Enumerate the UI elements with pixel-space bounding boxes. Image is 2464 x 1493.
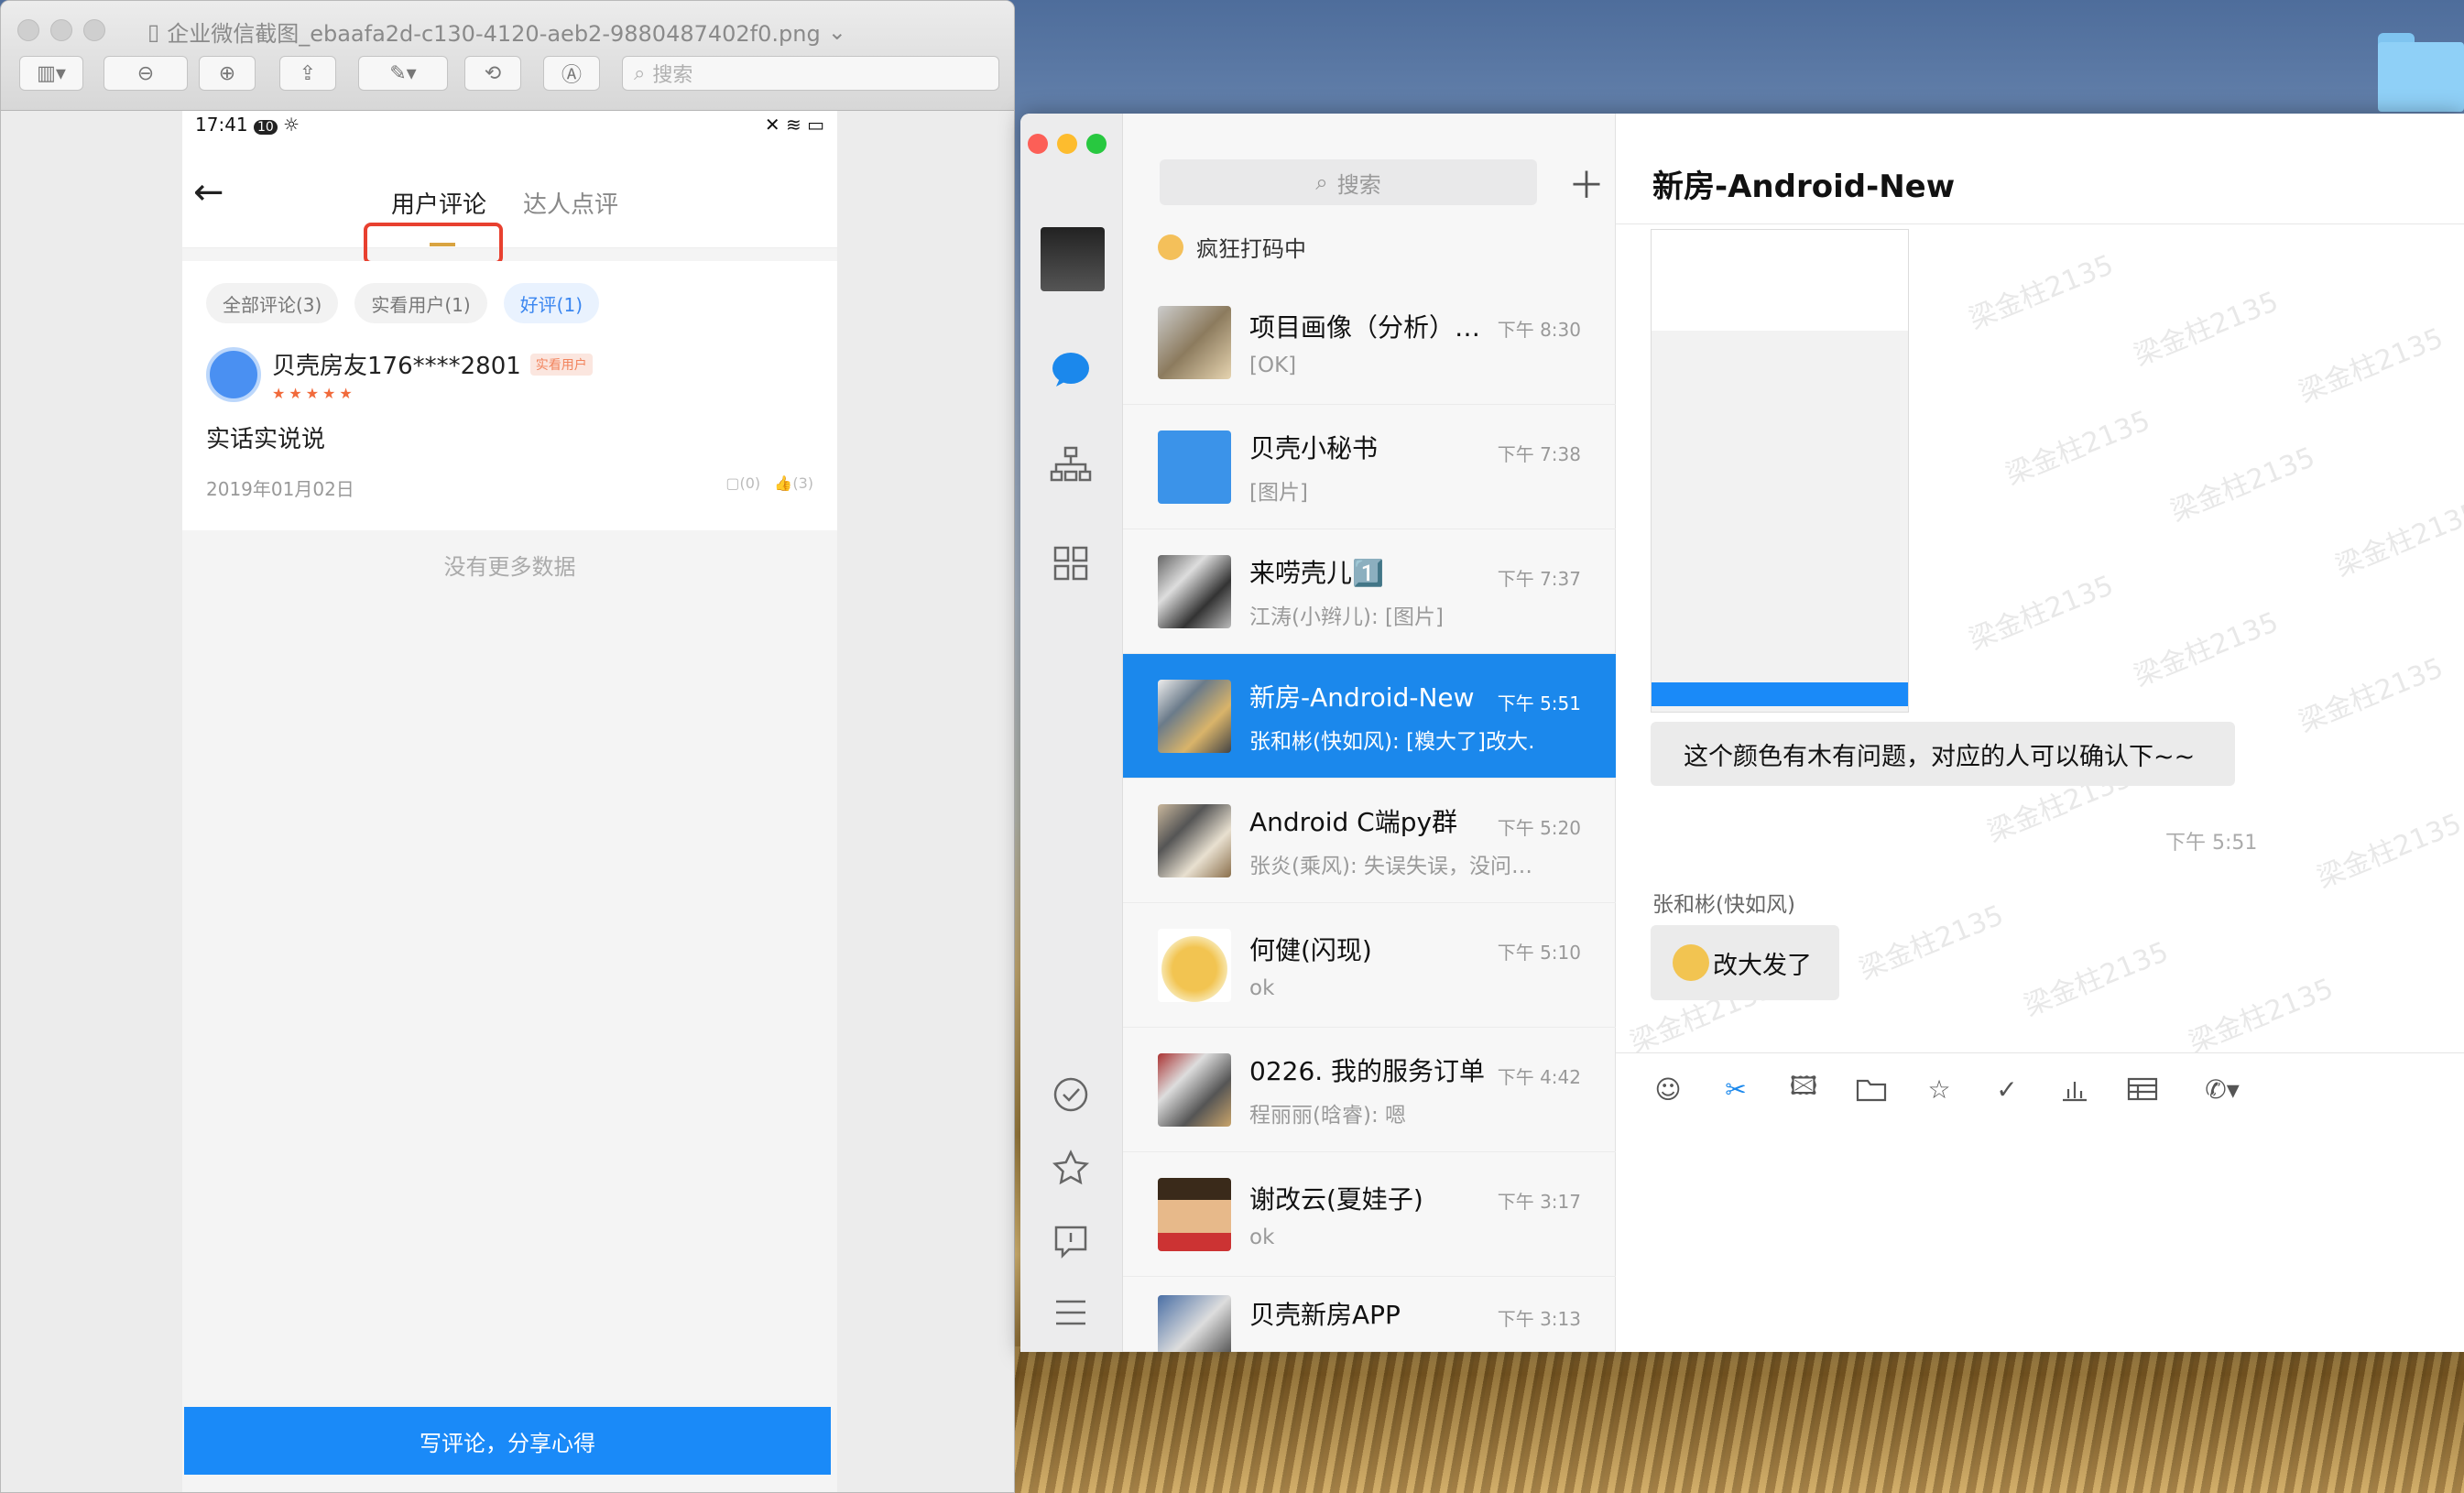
table-icon[interactable] [2127, 1073, 2158, 1105]
list-item[interactable]: 贝壳小秘书 [图片] 下午 7:38 [1123, 405, 1616, 529]
document-icon: ▯ [147, 18, 160, 45]
close-button[interactable] [1028, 134, 1048, 154]
group-avatar [1158, 679, 1231, 753]
avatar [1158, 928, 1231, 1002]
add-button[interactable]: ＋ [1568, 156, 1605, 209]
no-more-data: 没有更多数据 [443, 554, 576, 580]
list-item[interactable]: 来唠壳儿1️⃣ 江涛(小辫儿): [图片] 下午 7:37 [1123, 529, 1616, 654]
check-icon[interactable]: ✓ [1991, 1073, 2022, 1105]
preview-titlebar: ▯ 企业微信截图_ebaafa2d-c130-4120-aeb2-9880487… [1, 1, 1014, 111]
star-icon[interactable]: ☆ [1924, 1073, 1955, 1105]
group-avatar [1158, 803, 1231, 877]
desktop-wallpaper [1008, 1346, 2464, 1493]
list-item[interactable]: 0226. 我的服务订单 程丽丽(晗睿): 嗯 下午 4:42 [1123, 1028, 1616, 1152]
search-input[interactable]: ⌕ 搜索 [1160, 159, 1537, 205]
reviewer-name: 贝壳房友176****2801 [272, 353, 521, 380]
search-icon: ⌕ [1315, 169, 1328, 195]
favorites-star-icon[interactable] [1046, 1143, 1096, 1193]
list-item[interactable]: Android C端py群 张炎(乘风): 失误失误，没问… 下午 5:20 [1123, 779, 1616, 903]
share-button[interactable]: ⇪ [279, 56, 336, 91]
zoom-button[interactable] [83, 19, 105, 41]
list-item[interactable]: 何健(闪现) ok 下午 5:10 [1123, 903, 1616, 1028]
emoji-icon[interactable]: ☺ [1652, 1073, 1684, 1105]
search-icon: ⌕ [634, 61, 646, 85]
zoom-button[interactable] [1086, 134, 1107, 154]
sidebar-toggle-button[interactable]: ▥▾ [19, 56, 83, 91]
markup-button[interactable]: ✎▾ [358, 56, 448, 91]
list-item[interactable]: 项目画像（分析）… [OK] 下午 8:30 [1123, 280, 1616, 405]
chip-verified: 实看用户(1) [354, 283, 487, 323]
group-avatar [1158, 1295, 1231, 1352]
meeting-icon[interactable] [1046, 1216, 1096, 1266]
comment-icon: ▢ [725, 474, 740, 492]
window-title: ▯ 企业微信截图_ebaafa2d-c130-4120-aeb2-9880487… [147, 18, 846, 48]
chevron-down-icon[interactable]: ⌄ [828, 19, 846, 45]
chart-icon[interactable] [2059, 1073, 2090, 1105]
screenshot-scissors-icon[interactable]: ✂ [1720, 1073, 1751, 1105]
avatar [206, 347, 261, 402]
menu-icon[interactable] [1046, 1288, 1096, 1337]
list-item-selected[interactable]: 新房-Android-New 张和彬(快如风): [糗大了]改大… 下午 5:51 [1123, 654, 1616, 779]
phone-status-bar: 17:41 10 ☼ ✕ ≋ ▭ [182, 111, 837, 138]
group-avatar [1158, 554, 1231, 628]
close-button[interactable] [17, 19, 39, 41]
group-avatar [1158, 1052, 1231, 1127]
phone-nav: ← 用户评论 达人点评 [182, 138, 837, 265]
wecom-window: ⌕ 搜索 ＋ 疯狂打码中 项目画像（分析）… [OK] 下午 8:30 贝壳小秘书… [1020, 114, 2464, 1352]
message-bubble[interactable]: 这个颜色有木有问题，对应的人可以确认下~~ [1651, 722, 2235, 786]
list-item[interactable]: 谢改云(夏娃子) ok 下午 3:17 [1123, 1152, 1616, 1277]
image-message[interactable] [1651, 229, 1909, 713]
todo-check-icon[interactable] [1046, 1070, 1096, 1119]
contacts-icon[interactable] [1046, 440, 1096, 489]
review-text: 实话实说说 [206, 426, 326, 453]
tab-expert-reviews: 达人点评 [523, 191, 619, 219]
embarrassed-emoji-icon [1673, 944, 1709, 981]
message-bubble[interactable]: 改大发了 [1651, 925, 1839, 1000]
bot-avatar [1158, 430, 1231, 504]
list-item[interactable]: 贝壳新房APP 下午 3:13 [1123, 1277, 1616, 1352]
back-arrow-icon: ← [193, 171, 224, 213]
chip-all: 全部评论(3) [206, 283, 339, 323]
workbench-icon[interactable] [1046, 539, 1096, 588]
group-avatar [1158, 305, 1231, 379]
folder-icon[interactable] [1856, 1073, 1887, 1105]
input-toolbar: ☺ ✂ 🖾 ☆ ✓ ✆▾ [1652, 1071, 2250, 1105]
search-input[interactable]: ⌕ 搜索 [622, 56, 999, 91]
minimize-button[interactable] [1057, 134, 1077, 154]
nav-rail [1020, 114, 1123, 1352]
screenshot-image: 17:41 10 ☼ ✕ ≋ ▭ ← 用户评论 达人点评 全部评论(3) 实看用… [182, 111, 837, 1492]
review-card: 全部评论(3) 实看用户(1) 好评(1) 贝壳房友176****2801 实看用… [182, 261, 837, 530]
highlight-box [364, 223, 503, 265]
chip-positive: 好评(1) [503, 283, 600, 323]
tab-user-reviews: 用户评论 [391, 191, 487, 219]
verified-badge: 实看用户 [529, 353, 593, 376]
user-avatar[interactable] [1041, 227, 1105, 291]
chat-panel: 梁金柱2135 梁金柱2135 梁金柱2135 梁金柱2135 梁金柱2135 … [1616, 114, 2464, 1352]
conversation-list: ⌕ 搜索 ＋ 疯狂打码中 项目画像（分析）… [OK] 下午 8:30 贝壳小秘书… [1123, 114, 1616, 1352]
rotate-button[interactable]: ⟲ [464, 56, 521, 91]
rating-stars: ★★★★★ [272, 385, 356, 402]
zoom-out-button[interactable]: ⊖ [104, 56, 188, 91]
minimize-button[interactable] [50, 19, 72, 41]
desktop-folder-icon[interactable] [2378, 33, 2464, 112]
sender-name: 张和彬(快如风) [1652, 893, 1795, 917]
divider [1616, 223, 2464, 224]
preview-window: ▯ 企业微信截图_ebaafa2d-c130-4120-aeb2-9880487… [0, 0, 1015, 1493]
like-icon: 👍 [774, 474, 793, 492]
chat-title: 新房-Android-New [1652, 169, 1956, 205]
review-date: 2019年01月02日 [206, 478, 354, 500]
image-icon[interactable]: 🖾 [1788, 1071, 1819, 1105]
write-review-button: 写评论，分享心得 [184, 1407, 831, 1475]
status-emoji-icon [1158, 234, 1183, 260]
status-line[interactable]: 疯狂打码中 [1158, 231, 1306, 263]
phone-call-icon[interactable]: ✆▾ [2195, 1073, 2250, 1105]
annotate-button[interactable]: Ⓐ [543, 56, 600, 91]
signal-icons: ✕ ≋ ▭ [764, 114, 824, 136]
avatar [1158, 1177, 1231, 1251]
zoom-in-button[interactable]: ⊕ [199, 56, 256, 91]
divider [1616, 1052, 2464, 1053]
messages-icon[interactable] [1046, 344, 1096, 394]
message-timestamp: 下午 5:51 [2165, 832, 2258, 855]
